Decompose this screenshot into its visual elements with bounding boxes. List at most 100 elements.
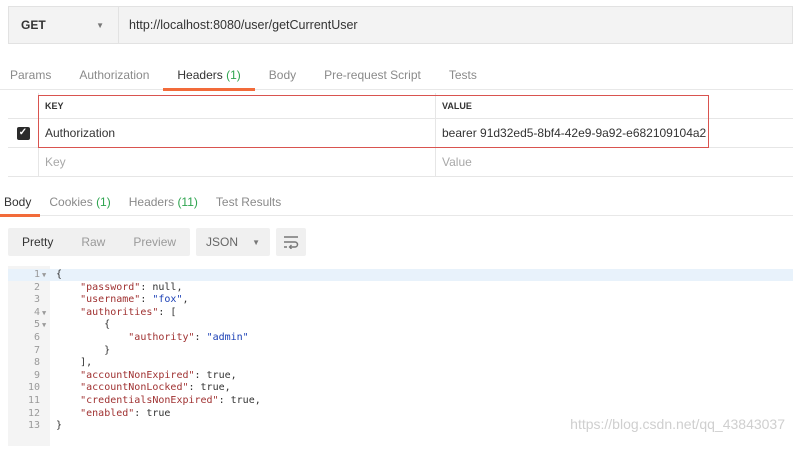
- header-enabled-checkbox[interactable]: ✓: [16, 126, 30, 140]
- line-number: 5: [33, 319, 40, 331]
- tab-body[interactable]: Body: [255, 60, 310, 90]
- code-text: "accountNonExpired": true,: [80, 369, 237, 381]
- tab-params[interactable]: Params: [0, 60, 65, 90]
- code-text: ],: [50, 357, 93, 369]
- tab-label: Headers: [177, 68, 223, 82]
- preview-button[interactable]: Preview: [119, 228, 190, 256]
- table-row: ✓ Authorization bearer 91d32ed5-8bf4-42e…: [8, 119, 793, 148]
- checkbox-cell: ✓: [8, 119, 38, 147]
- code-line: 9 "accountNonExpired": true,: [8, 370, 793, 382]
- header-key-field[interactable]: Authorization: [38, 119, 436, 147]
- line-number: 12: [27, 407, 40, 419]
- code-text: "password": null,: [80, 281, 183, 293]
- wrap-lines-button[interactable]: [275, 228, 306, 256]
- code-text: "username": "fox",: [80, 294, 189, 306]
- format-select[interactable]: JSON ▼: [196, 228, 270, 256]
- code-line: 5 ▼ {: [8, 319, 793, 331]
- code-text: "authority": "admin": [128, 332, 249, 343]
- line-number: 8: [33, 357, 40, 369]
- request-url-bar: GET ▼ http://localhost:8080/user/getCurr…: [8, 6, 793, 44]
- request-tabs: Params Authorization Headers (1) Body Pr…: [0, 60, 793, 91]
- tab-label: Headers: [128, 195, 175, 209]
- line-number: 11: [27, 395, 40, 406]
- tab-label: Authorization: [79, 68, 150, 82]
- code-line: 2 "password": null,: [8, 282, 793, 294]
- response-view-toolbar: Pretty Raw Preview JSON ▼: [8, 228, 306, 256]
- line-number: 13: [27, 420, 40, 432]
- pretty-button[interactable]: Pretty: [8, 228, 67, 256]
- tab-label: Body: [268, 68, 297, 82]
- tab-cookies[interactable]: Cookies (1): [40, 188, 119, 216]
- code-line: 8 ],: [8, 357, 793, 369]
- tab-label: Pre-request Script: [324, 68, 421, 82]
- code-text: "credentialsNonExpired": true,: [80, 395, 261, 406]
- format-label: JSON: [206, 235, 239, 249]
- line-number: 3: [33, 294, 40, 306]
- tab-label: Tests: [448, 68, 477, 82]
- code-line: 10 "accountNonLocked": true,: [8, 382, 793, 394]
- chevron-down-icon: ▼: [252, 237, 260, 247]
- headers-table: KEY VALUE ✓ Authorization bearer 91d32ed…: [8, 93, 793, 177]
- fold-arrow-icon[interactable]: ▼: [42, 320, 50, 332]
- tab-label: Params: [10, 68, 52, 82]
- checkbox-cell: [8, 148, 38, 176]
- new-value-field[interactable]: Value: [436, 148, 793, 176]
- code-line: 7 }: [8, 345, 793, 357]
- tab-count: (1): [226, 68, 241, 82]
- code-text: "enabled": true: [80, 407, 171, 419]
- code-line: 4 ▼ "authorities": [: [8, 307, 793, 319]
- check-icon: ✓: [18, 127, 28, 138]
- tab-headers[interactable]: Headers (1): [163, 60, 256, 91]
- fold-arrow-icon[interactable]: ▼: [42, 308, 50, 320]
- line-number: 7: [33, 344, 40, 356]
- wrap-lines-icon: [283, 236, 299, 249]
- tab-response-headers[interactable]: Headers (11): [120, 188, 207, 216]
- watermark: https://blog.csdn.net/qq_43843037: [570, 416, 785, 432]
- code-line: 3 "username": "fox",: [8, 294, 793, 306]
- key-column-header: KEY: [38, 93, 436, 118]
- table-header-row: KEY VALUE: [8, 93, 793, 119]
- tab-test-results[interactable]: Test Results: [207, 188, 290, 216]
- code-text: "accountNonLocked": true,: [80, 382, 231, 394]
- code-line: 1 ▼ {: [8, 269, 793, 281]
- table-row: Key Value: [8, 148, 793, 177]
- header-key-value: Authorization: [45, 126, 116, 140]
- tab-pre-request-script[interactable]: Pre-request Script: [310, 60, 435, 90]
- view-mode-group: Pretty Raw Preview: [8, 228, 191, 256]
- line-number: 9: [33, 369, 40, 381]
- value-column-header: VALUE: [442, 100, 472, 111]
- tab-label: Body: [4, 195, 32, 209]
- checkbox-column-header: [8, 93, 38, 118]
- line-number: 2: [33, 281, 40, 293]
- response-tabs: Body Cookies (1) Headers (11) Test Resul…: [0, 188, 793, 217]
- tab-response-body[interactable]: Body: [0, 188, 41, 217]
- tab-tests[interactable]: Tests: [435, 60, 491, 90]
- code-text: {: [50, 319, 111, 331]
- line-number: 10: [27, 382, 40, 394]
- code-line: 11 "credentialsNonExpired": true,: [8, 395, 793, 407]
- tab-label: Cookies: [49, 195, 93, 209]
- tab-authorization[interactable]: Authorization: [65, 60, 163, 90]
- fold-arrow-icon[interactable]: ▼: [42, 270, 50, 282]
- header-value-field[interactable]: bearer 91d32ed5-8bf4-42e9-9a92-e68210910…: [436, 119, 793, 147]
- tab-count: (1): [96, 195, 111, 209]
- tab-label: Test Results: [215, 195, 282, 209]
- line-number: 6: [33, 332, 40, 343]
- new-key-field[interactable]: Key: [38, 148, 436, 176]
- header-value-text: bearer 91d32ed5-8bf4-42e9-9a92-e68210910…: [442, 126, 707, 140]
- code-text: {: [50, 269, 63, 280]
- method-select[interactable]: GET ▼: [9, 7, 119, 43]
- code-text: }: [50, 344, 111, 356]
- code-text: }: [50, 420, 63, 432]
- code-line: 6 "authority": "admin": [8, 332, 793, 344]
- method-label: GET: [21, 18, 46, 32]
- response-body-code[interactable]: 1 ▼ {2 "password": null, 3 "username": "fo…: [8, 266, 793, 446]
- chevron-down-icon: ▼: [96, 20, 104, 30]
- value-placeholder: Value: [442, 155, 472, 169]
- tab-count: (11): [177, 195, 198, 209]
- code-text: "authorities": [: [80, 306, 177, 318]
- url-input[interactable]: http://localhost:8080/user/getCurrentUse…: [119, 18, 358, 32]
- line-number: 1: [33, 269, 40, 280]
- raw-button[interactable]: Raw: [67, 228, 119, 256]
- line-number: 4: [33, 306, 40, 318]
